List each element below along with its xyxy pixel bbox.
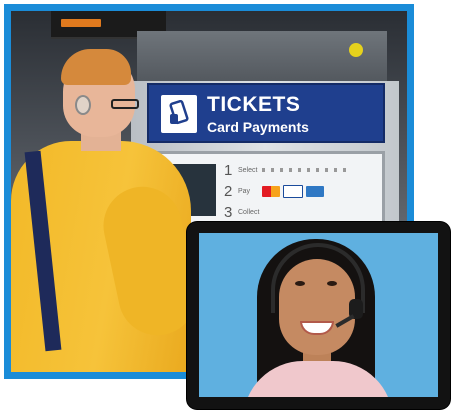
mastercard-icon (262, 185, 280, 197)
video-call-screen (199, 233, 438, 397)
tablet-device (187, 222, 450, 409)
step-collect: 3 Collect (224, 203, 260, 221)
step-pay: 2 Pay (224, 181, 352, 201)
payment-steps: 1 Select 2 Pay 3 Collect (224, 160, 352, 223)
ticket-card-icon (161, 95, 197, 133)
hearing-aid-icon (75, 95, 91, 115)
step-select: 1 Select (224, 160, 352, 180)
tickets-subtitle: Card Payments (207, 119, 309, 135)
visa-icon (283, 184, 303, 198)
tickets-title: TICKETS (207, 93, 301, 116)
person-hair (61, 49, 131, 85)
glasses-icon (111, 99, 139, 109)
amex-icon (306, 185, 324, 197)
tickets-sign: TICKETS Card Payments (147, 83, 385, 143)
help-button-icon (349, 43, 363, 57)
